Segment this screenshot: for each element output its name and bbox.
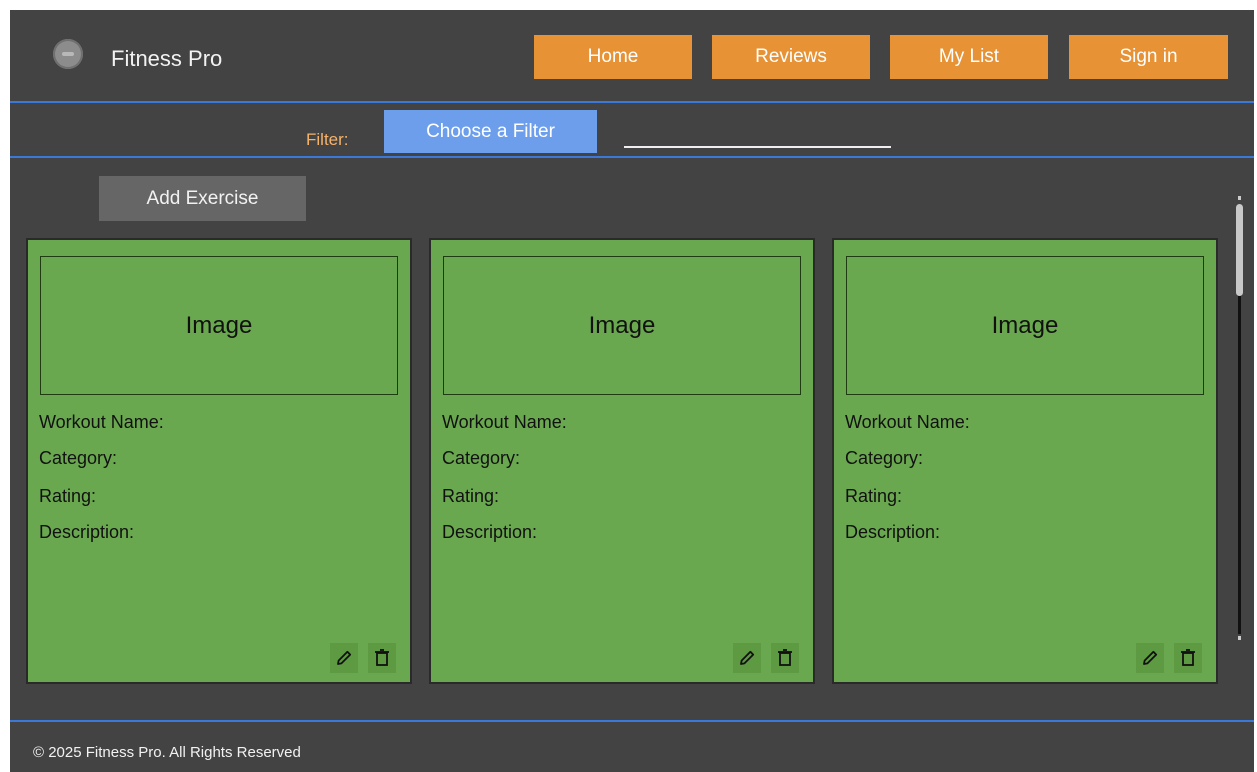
- app-title: Fitness Pro: [111, 46, 223, 71]
- scrollbar-thumb[interactable]: [1236, 204, 1243, 296]
- nav-reviews-button[interactable]: Reviews: [712, 35, 870, 79]
- delete-button[interactable]: [1174, 643, 1202, 673]
- rating-label: Rating:: [442, 486, 500, 506]
- filter-label: Filter:: [306, 130, 349, 149]
- nav-my-list-button[interactable]: My List: [890, 35, 1048, 79]
- workout-name-label: Workout Name:: [39, 412, 164, 432]
- trash-icon: [1181, 649, 1195, 666]
- scrollbar-track: [1238, 296, 1241, 634]
- footer-divider: [10, 720, 1254, 722]
- pencil-icon: [1143, 650, 1158, 665]
- scroll-down-arrow[interactable]: [1238, 636, 1241, 640]
- edit-button[interactable]: [1136, 643, 1164, 673]
- category-label: Category:: [39, 448, 118, 468]
- workout-name-label: Workout Name:: [845, 412, 970, 432]
- trash-icon: [375, 649, 389, 666]
- edit-button[interactable]: [733, 643, 761, 673]
- add-exercise-button[interactable]: Add Exercise: [99, 176, 306, 221]
- rating-label: Rating:: [39, 486, 97, 506]
- choose-filter-button[interactable]: Choose a Filter: [384, 110, 597, 153]
- scroll-up-arrow[interactable]: [1238, 196, 1241, 200]
- footer-copyright: © 2025 Fitness Pro. All Rights Reserved: [33, 744, 301, 761]
- delete-button[interactable]: [368, 643, 396, 673]
- rating-label: Rating:: [845, 486, 903, 506]
- logo-icon: [53, 39, 83, 69]
- description-label: Description:: [442, 522, 538, 542]
- trash-icon: [778, 649, 792, 666]
- image-placeholder: Image: [40, 256, 398, 395]
- exercise-card: Image Workout Name: Category: Rating: De…: [832, 238, 1218, 684]
- nav-sign-in-button[interactable]: Sign in: [1069, 35, 1228, 79]
- category-label: Category:: [845, 448, 924, 468]
- header-divider: [10, 101, 1254, 103]
- category-label: Category:: [442, 448, 521, 468]
- delete-button[interactable]: [771, 643, 799, 673]
- description-label: Description:: [39, 522, 135, 542]
- exercise-card: Image Workout Name: Category: Rating: De…: [429, 238, 815, 684]
- image-placeholder: Image: [443, 256, 801, 395]
- pencil-icon: [337, 650, 352, 665]
- edit-button[interactable]: [330, 643, 358, 673]
- header: Fitness Pro Home Reviews My List Sign in: [10, 10, 1254, 102]
- nav-home-button[interactable]: Home: [534, 35, 692, 79]
- app-window: Fitness Pro Home Reviews My List Sign in…: [10, 10, 1254, 772]
- filter-divider: [10, 156, 1254, 158]
- workout-name-label: Workout Name:: [442, 412, 567, 432]
- scrollbar[interactable]: [1235, 196, 1244, 640]
- description-label: Description:: [845, 522, 941, 542]
- filter-input[interactable]: [624, 110, 891, 148]
- pencil-icon: [740, 650, 755, 665]
- exercise-card: Image Workout Name: Category: Rating: De…: [26, 238, 412, 684]
- image-placeholder: Image: [846, 256, 1204, 395]
